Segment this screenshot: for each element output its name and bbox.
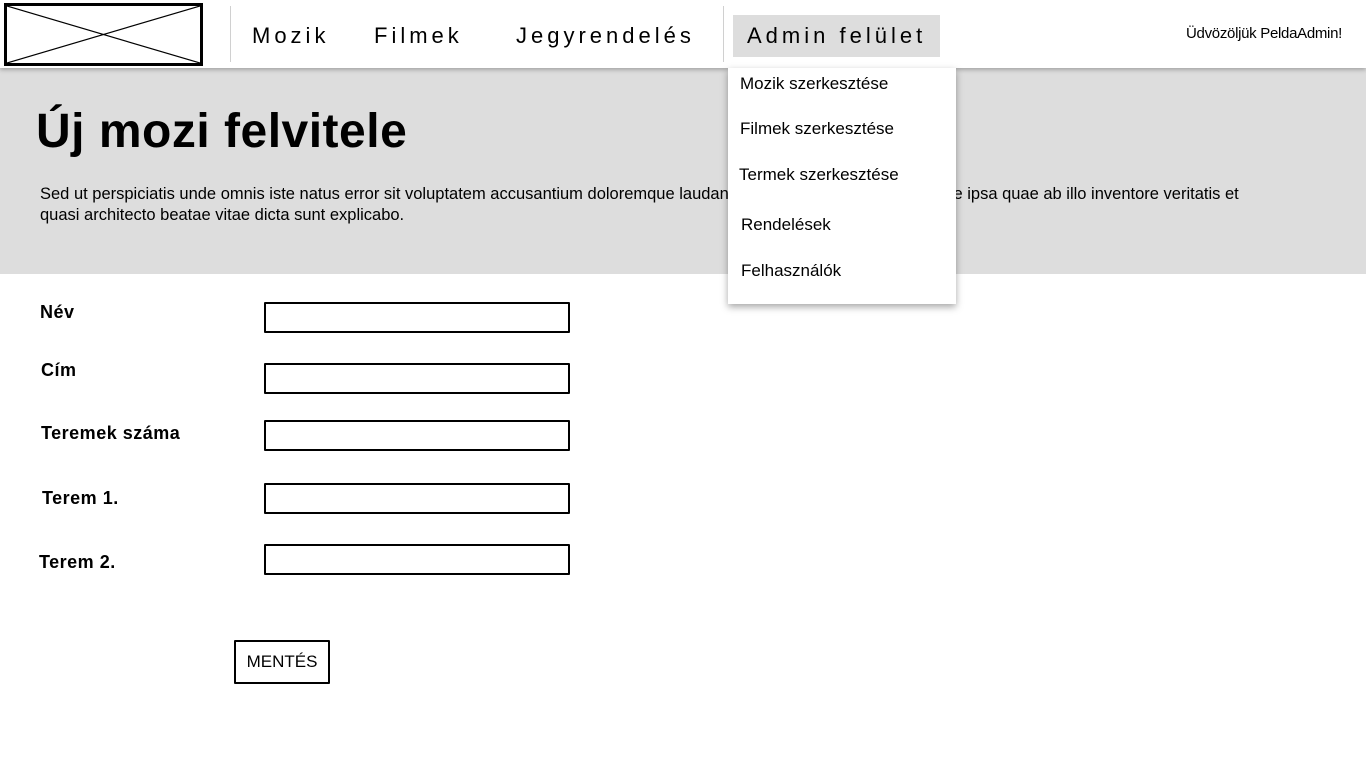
menu-item-edit-rooms[interactable]: Termek szerkesztése bbox=[739, 165, 899, 185]
menu-item-edit-films[interactable]: Filmek szerkesztése bbox=[740, 119, 894, 139]
menu-item-edit-cinemas[interactable]: Mozik szerkesztése bbox=[740, 74, 888, 94]
save-button[interactable]: MENTÉS bbox=[234, 640, 330, 684]
menu-item-users[interactable]: Felhasználók bbox=[741, 261, 841, 281]
room-2-field[interactable] bbox=[264, 544, 570, 575]
room-count-label: Teremek száma bbox=[41, 423, 181, 443]
welcome-message: Üdvözöljük PeldaAdmin! bbox=[1186, 25, 1342, 42]
menu-item-orders[interactable]: Rendelések bbox=[741, 215, 831, 235]
hero-section: Új mozi felvitele Sed ut perspiciatis un… bbox=[0, 68, 1366, 274]
name-field[interactable] bbox=[264, 302, 570, 333]
room-count-field[interactable] bbox=[264, 420, 570, 451]
room-2-label: Terem 2. bbox=[39, 552, 116, 572]
nav-item-movies[interactable]: Mozik bbox=[252, 20, 329, 52]
nav-item-tickets[interactable]: Jegyrendelés bbox=[516, 20, 695, 52]
admin-dropdown-menu: Mozik szerkesztése Filmek szerkesztése T… bbox=[728, 68, 956, 304]
name-label: Név bbox=[40, 302, 75, 322]
address-field[interactable] bbox=[264, 363, 570, 394]
logo-placeholder[interactable] bbox=[4, 3, 203, 66]
address-label: Cím bbox=[41, 360, 77, 380]
nav-divider bbox=[723, 6, 724, 62]
image-placeholder-icon bbox=[7, 6, 200, 63]
room-1-label: Terem 1. bbox=[42, 488, 119, 508]
nav-item-films[interactable]: Filmek bbox=[374, 20, 463, 52]
room-1-field[interactable] bbox=[264, 483, 570, 514]
page: Mozik Filmek Jegyrendelés Admin felület … bbox=[0, 0, 1366, 768]
nav-item-admin[interactable]: Admin felület bbox=[733, 15, 941, 57]
top-navigation-bar: Mozik Filmek Jegyrendelés Admin felület … bbox=[0, 0, 1366, 68]
page-title: Új mozi felvitele bbox=[36, 105, 408, 158]
nav-divider bbox=[230, 6, 231, 62]
hero-description: Sed ut perspiciatis unde omnis iste natu… bbox=[40, 185, 1239, 224]
